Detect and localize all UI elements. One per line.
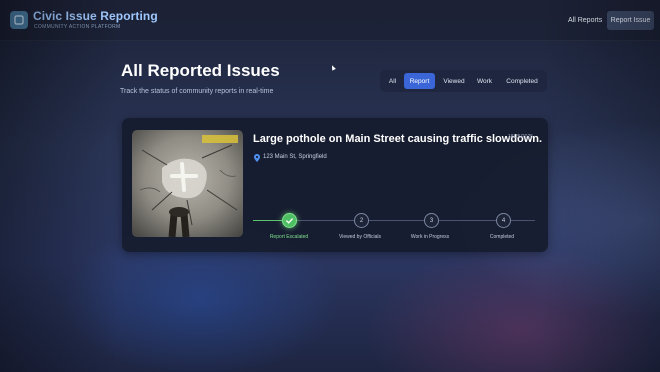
mouse-cursor-icon bbox=[330, 64, 336, 71]
app-screen: Civic Issue Reporting COMMUNITY ACTION P… bbox=[0, 0, 660, 372]
location-pin-icon bbox=[254, 154, 260, 162]
top-navbar: Civic Issue Reporting COMMUNITY ACTION P… bbox=[0, 0, 660, 41]
report-issue-button[interactable]: Report Issue bbox=[607, 11, 654, 30]
app-title: Civic Issue Reporting bbox=[33, 9, 158, 23]
step-2-label: Viewed by Officials bbox=[338, 234, 382, 240]
issue-card[interactable]: Large pothole on Main Street causing tra… bbox=[122, 118, 548, 252]
issue-photo bbox=[132, 130, 243, 237]
page-subtitle: Track the status of community reports in… bbox=[120, 88, 274, 95]
tab-completed[interactable]: Completed bbox=[500, 73, 544, 89]
issue-date: 18/25/2025 bbox=[508, 134, 534, 140]
page-title: All Reported Issues bbox=[121, 61, 280, 80]
tab-report[interactable]: Report bbox=[404, 73, 435, 89]
step-3-circle: 3 bbox=[424, 213, 439, 228]
tab-work[interactable]: Work bbox=[472, 73, 497, 89]
app-subtitle: COMMUNITY ACTION PLATFORM bbox=[34, 24, 121, 30]
nav-all-reports[interactable]: All Reports bbox=[568, 17, 602, 24]
filter-tabs: All Report Viewed Work Completed bbox=[380, 70, 547, 92]
step-4-label: Completed bbox=[489, 234, 515, 240]
step-3-label: Work in Progress bbox=[410, 234, 450, 240]
step-4-circle: 4 bbox=[496, 213, 511, 228]
tab-all[interactable]: All bbox=[384, 73, 401, 89]
issue-title[interactable]: Large pothole on Main Street causing tra… bbox=[253, 133, 542, 145]
issue-location: 123 Main St, Springfield bbox=[263, 154, 327, 160]
step-1-label: Report Escalated bbox=[269, 234, 309, 240]
step-1-check-icon bbox=[282, 213, 297, 228]
step-2-circle: 2 bbox=[354, 213, 369, 228]
tab-viewed[interactable]: Viewed bbox=[439, 73, 469, 89]
logo-icon bbox=[10, 11, 28, 29]
